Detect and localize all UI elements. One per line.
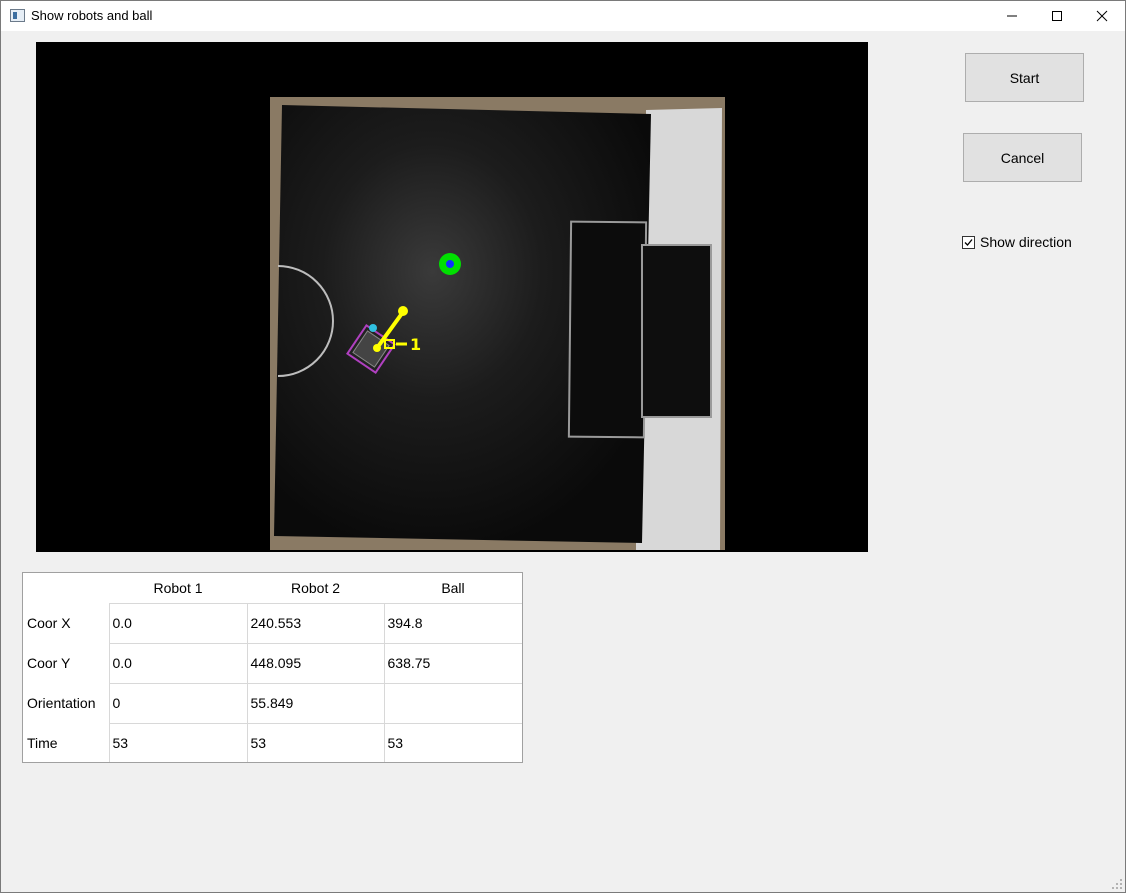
window-title: Show robots and ball [31,8,153,23]
row-header-coor-x[interactable]: Coor X [23,603,109,644]
table-cell[interactable]: 638.75 [383,642,522,684]
table-row: Coor Y 0.0 448.095 638.75 [23,642,522,684]
close-button[interactable] [1079,1,1125,31]
close-icon [1096,10,1108,22]
row-header-time[interactable]: Time [23,723,109,762]
table-cell[interactable]: 0.0 [108,603,247,644]
show-direction-label: Show direction [980,234,1072,250]
table-cell[interactable]: 53 [246,722,384,762]
table-row: Orientation 0 55.849 [23,682,522,724]
data-table: Robot 1 Robot 2 Ball Coor X 0.0 240.553 … [22,572,523,763]
table-cell[interactable]: 0.0 [108,642,247,684]
resize-grip-icon[interactable] [1111,878,1123,890]
table-cell[interactable]: 55.849 [246,682,384,724]
table-cell[interactable]: 0 [108,682,247,724]
app-icon [10,9,25,22]
column-header-robot-2[interactable]: Robot 2 [247,573,384,604]
cancel-button[interactable]: Cancel [963,133,1082,182]
table-cell[interactable]: 53 [383,722,522,762]
minimize-icon [1007,15,1017,17]
table-cell[interactable] [383,682,522,724]
maximize-icon [1052,11,1062,21]
row-header-orientation[interactable]: Orientation [23,683,109,724]
table-corner [23,573,109,604]
show-direction-checkbox[interactable] [962,235,975,249]
minimize-button[interactable] [989,1,1035,31]
row-header-coor-y[interactable]: Coor Y [23,643,109,684]
table-cell[interactable]: 240.553 [246,603,384,644]
checkmark-icon [964,238,973,246]
column-header-robot-1[interactable]: Robot 1 [109,573,247,604]
maximize-button[interactable] [1034,1,1080,31]
show-direction-option[interactable]: Show direction [962,234,1072,250]
table-cell[interactable]: 53 [108,722,247,762]
ball-center-marker [446,260,454,268]
camera-view: 1 [36,42,868,552]
table-row: Time 53 53 53 [23,722,522,762]
field-image: 1 [36,42,868,552]
title-bar[interactable]: Show robots and ball [1,1,1125,31]
robot-id-label: 1 [410,335,421,354]
table-cell[interactable]: 394.8 [383,603,522,644]
main-window: Show robots and ball 1 Start Cancel Show… [0,0,1126,893]
column-header-ball[interactable]: Ball [384,573,522,604]
goal-area [567,220,648,439]
table-cell[interactable]: 448.095 [246,642,384,684]
table-row: Coor X 0.0 240.553 394.8 [23,603,522,644]
goal [641,244,712,418]
start-button[interactable]: Start [965,53,1084,102]
